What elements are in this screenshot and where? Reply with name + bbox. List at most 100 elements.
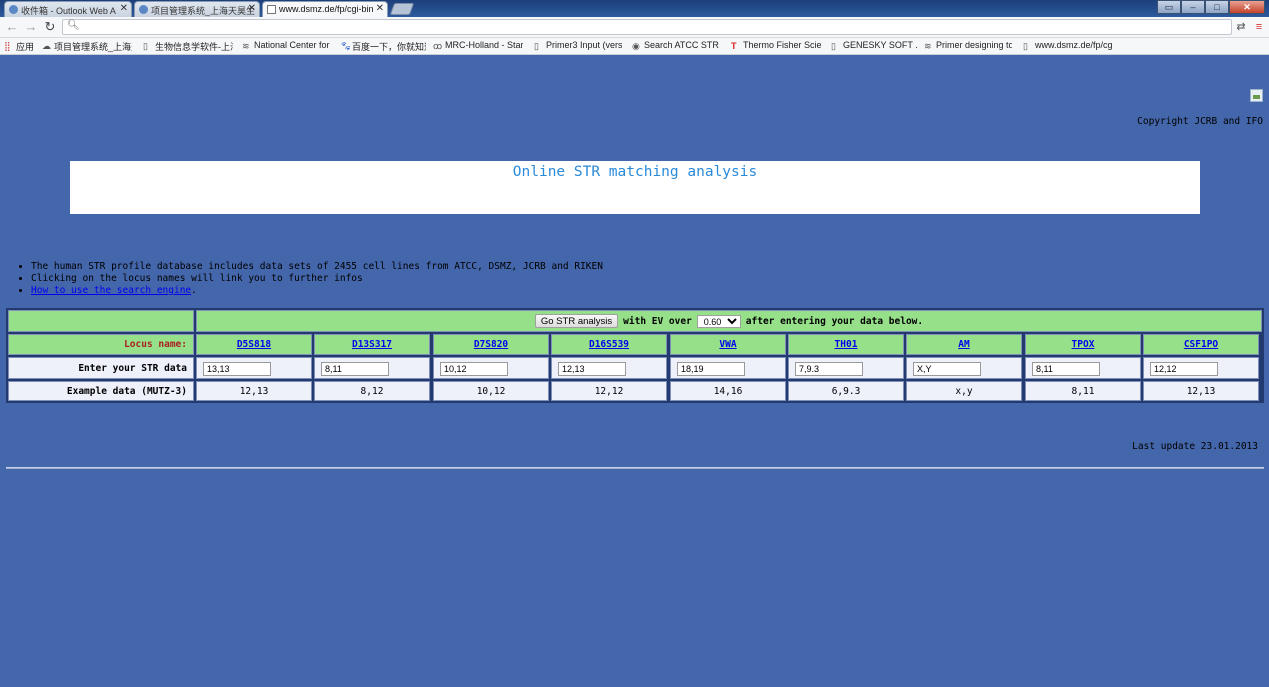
maximize-button[interactable]: □	[1205, 0, 1229, 14]
header-empty-cell	[8, 310, 194, 332]
outlook-icon	[9, 5, 18, 14]
ncbi-icon: ≋	[242, 41, 250, 51]
bookmark-item[interactable]: ◉Search ATCC STR Da	[632, 40, 720, 53]
bookmark-item[interactable]: ≋ Primer designing to	[924, 40, 1012, 53]
bookmark-item[interactable]: 🐾︎ 百度一下，你就知道	[340, 40, 426, 53]
bookmark-apps[interactable]: ⣿ 应用	[4, 40, 38, 53]
str-table: Go STR analysis with EV over 0.60 after …	[6, 308, 1264, 403]
info-list: The human STR profile database includes …	[20, 261, 603, 297]
info-item: The human STR profile database includes …	[31, 261, 603, 273]
tab-title: 项目管理系统_上海天昊生	[151, 6, 256, 16]
locus-link[interactable]: D7S820	[474, 339, 508, 350]
reload-icon[interactable]: ↻	[42, 19, 58, 35]
page-icon	[267, 5, 276, 14]
bookmark-item[interactable]: ≋ National Center for	[242, 40, 330, 53]
example-value: 12,12	[551, 381, 667, 401]
str-input-cell	[1025, 357, 1141, 379]
title-banner: Online STR matching analysis	[70, 161, 1200, 214]
example-data-label: Example data (MUTZ-3)	[8, 381, 194, 401]
str-input-cell	[670, 357, 786, 379]
info-item: How to use the search engine.	[31, 285, 603, 297]
address-input[interactable]	[81, 21, 1221, 34]
tab-title: www.dsmz.de/fp/cgi-bin	[279, 4, 374, 14]
bookmark-item[interactable]: ▯ www.dsmz.de/fp/cg	[1023, 40, 1113, 53]
bookmark-item[interactable]: T Thermo Fisher Scien	[731, 40, 821, 53]
locus-cell: TPOX	[1025, 334, 1141, 355]
tab-title: 收件箱 - Outlook Web A	[21, 6, 116, 16]
str-input[interactable]	[1032, 362, 1100, 376]
locus-cell: D13S317	[314, 334, 430, 355]
bookmark-item[interactable]: ▯GENESKY SOFT .13	[831, 40, 917, 53]
str-input[interactable]	[558, 362, 626, 376]
browser-tab-bar: 收件箱 - Outlook Web A ✕ 项目管理系统_上海天昊生 ✕ www…	[0, 0, 1269, 17]
example-value: 14,16	[670, 381, 786, 401]
locus-cell: TH01	[788, 334, 904, 355]
help-link[interactable]: How to use the search engine	[31, 285, 191, 296]
ev-select[interactable]: 0.60	[696, 314, 741, 328]
tab-dsmz[interactable]: www.dsmz.de/fp/cgi-bin ✕	[262, 1, 388, 17]
go-str-analysis-button[interactable]: Go STR analysis	[534, 314, 619, 328]
profile-icon[interactable]: ▭	[1157, 0, 1181, 14]
new-tab-button[interactable]	[389, 3, 415, 15]
translate-icon[interactable]: ⇄	[1234, 20, 1248, 34]
page-icon: ▯	[143, 41, 148, 51]
example-value: 6,9.3	[788, 381, 904, 401]
locus-cell: D5S818	[196, 334, 312, 355]
example-value: 10,12	[433, 381, 549, 401]
locus-link[interactable]: TPOX	[1072, 339, 1095, 350]
bookmark-item[interactable]: ꝏ MRC-Holland - Start	[433, 40, 523, 53]
example-value: x,y	[906, 381, 1022, 401]
apps-icon: ⣿	[4, 41, 11, 51]
bookmark-item[interactable]: ▯ Primer3 Input (versi	[534, 40, 622, 53]
locus-link[interactable]: AM	[958, 339, 969, 350]
example-value: 8,12	[314, 381, 430, 401]
divider	[6, 467, 1264, 469]
example-value: 12,13	[196, 381, 312, 401]
str-input[interactable]	[1150, 362, 1218, 376]
str-input-cell	[314, 357, 430, 379]
str-input-cell	[1143, 357, 1259, 379]
str-input[interactable]	[795, 362, 863, 376]
tab-project-system[interactable]: 项目管理系统_上海天昊生 ✕	[134, 1, 260, 17]
close-tab-icon[interactable]: ✕	[120, 3, 128, 14]
broken-image-icon	[1250, 89, 1263, 102]
minimize-button[interactable]: –	[1181, 0, 1205, 14]
bookmark-item[interactable]: ☁ 项目管理系统_上海天	[42, 40, 132, 53]
close-tab-icon[interactable]: ✕	[376, 3, 384, 14]
page-icon: ▯	[1023, 41, 1028, 51]
bookmark-item[interactable]: ▯ 生物信息学软件-上海	[143, 40, 233, 53]
address-bar[interactable]: 🔍︎	[62, 19, 1232, 35]
locus-link[interactable]: VWA	[719, 339, 736, 350]
str-input[interactable]	[440, 362, 508, 376]
locus-link[interactable]: CSF1PO	[1184, 339, 1218, 350]
page-title: Online STR matching analysis	[512, 164, 758, 180]
tab-outlook[interactable]: 收件箱 - Outlook Web A ✕	[4, 1, 132, 17]
info-item: Clicking on the locus names will link yo…	[31, 273, 603, 285]
locus-link[interactable]: D13S317	[352, 339, 392, 350]
search-icon: 🔍︎	[67, 20, 80, 31]
example-value: 8,11	[1025, 381, 1141, 401]
locus-cell: D7S820	[433, 334, 549, 355]
page-icon: ▯	[534, 41, 539, 51]
str-input[interactable]	[321, 362, 389, 376]
close-window-button[interactable]: ✕	[1229, 0, 1265, 14]
forward-icon[interactable]: →	[23, 19, 39, 35]
back-icon[interactable]: ←	[4, 19, 20, 35]
locus-link[interactable]: D16S539	[589, 339, 629, 350]
str-input[interactable]	[677, 362, 745, 376]
str-input[interactable]	[913, 362, 981, 376]
locus-link[interactable]: TH01	[835, 339, 858, 350]
str-input-cell	[788, 357, 904, 379]
str-input[interactable]	[203, 362, 271, 376]
menu-icon[interactable]: ≡	[1252, 20, 1266, 34]
locus-name-label: Locus name:	[8, 334, 194, 355]
page-icon: ▯	[831, 41, 836, 51]
locus-cell: VWA	[670, 334, 786, 355]
atcc-icon: ◉	[632, 41, 640, 51]
window-controls: ▭ – □ ✕	[1157, 0, 1265, 14]
locus-link[interactable]: D5S818	[237, 339, 271, 350]
close-tab-icon[interactable]: ✕	[248, 3, 256, 14]
instruction-label: after entering your data below.	[745, 315, 924, 327]
bookmarks-bar: ⣿ 应用 ☁ 项目管理系统_上海天 ▯ 生物信息学软件-上海 ≋ National Ce…	[0, 38, 1269, 55]
example-value: 12,13	[1143, 381, 1259, 401]
